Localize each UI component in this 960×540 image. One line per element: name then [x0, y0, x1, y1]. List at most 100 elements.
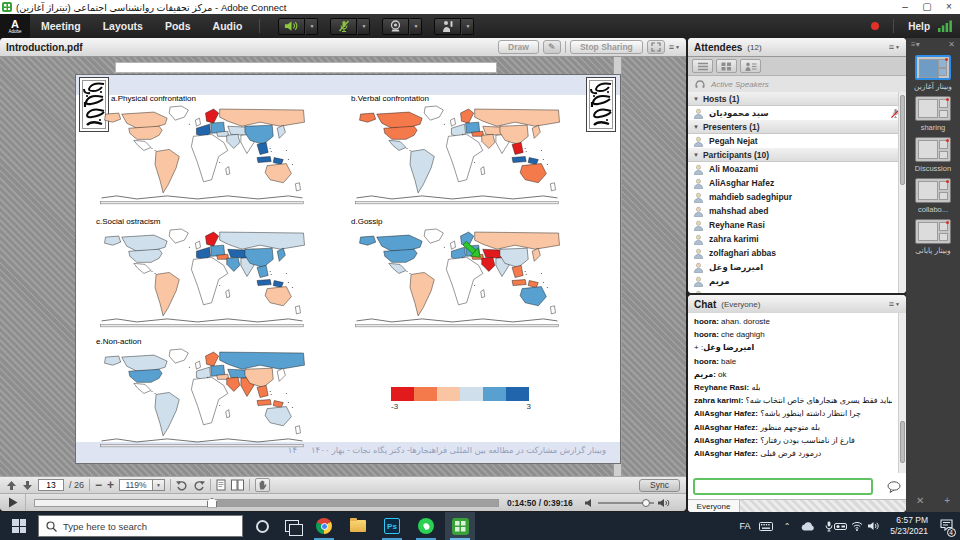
cortana-button[interactable] [248, 512, 276, 540]
speaker-button[interactable] [278, 18, 305, 35]
grid-view-button[interactable] [716, 59, 737, 73]
hand-tool-button[interactable] [255, 478, 270, 492]
two-page-view-button[interactable] [231, 479, 244, 491]
attendee-group-header[interactable]: ▼Presenters (1) [688, 120, 906, 134]
menu-pods[interactable]: Pods [154, 20, 202, 32]
microphone-dropdown[interactable]: ▼ [357, 18, 370, 35]
speaker-dropdown[interactable]: ▼ [305, 18, 318, 35]
attendee-row[interactable]: AliAsghar Hafez [688, 176, 906, 190]
chat-input[interactable] [693, 478, 873, 495]
undo-button[interactable] [176, 480, 188, 491]
hidden-icons-chevron[interactable]: ⌃ [778, 512, 796, 540]
volume-slider[interactable] [598, 502, 654, 504]
chat-message: مریم: ok [694, 370, 892, 380]
volume-loud-icon[interactable] [658, 498, 670, 508]
single-page-view-button[interactable] [216, 479, 226, 491]
minimize-button[interactable]: – [894, 0, 916, 14]
people-view-button[interactable] [740, 59, 761, 73]
play-button[interactable] [0, 494, 26, 512]
taskbar-chrome[interactable] [310, 512, 338, 540]
layout-item[interactable]: collabo... [906, 178, 960, 214]
attendee-row[interactable]: mahshad abed [688, 204, 906, 218]
zoom-out-button[interactable]: − [95, 478, 102, 492]
wifi-icon[interactable] [848, 512, 866, 540]
attendee-row[interactable]: امیررضا وغل [688, 260, 906, 274]
close-button[interactable]: × [938, 0, 960, 14]
playback-handle[interactable] [207, 498, 217, 508]
pen-tool-button[interactable]: ✎ [543, 40, 561, 54]
attendee-group-header[interactable]: ▼Participants (10) [688, 148, 906, 162]
taskbar-clock[interactable]: 6:57 PM 5/23/2021 [882, 515, 928, 537]
layouts-add-button[interactable]: + [944, 495, 950, 506]
tray-device-icon[interactable] [830, 512, 850, 540]
page-up-button[interactable] [6, 480, 17, 491]
volume-knob[interactable] [642, 499, 650, 507]
action-center-button[interactable]: 4 [934, 512, 958, 540]
webcam-button[interactable] [382, 18, 409, 35]
attendee-row[interactable]: zahra karimi [688, 232, 906, 246]
page-number-input[interactable] [38, 479, 64, 491]
draw-button[interactable]: Draw [498, 40, 539, 54]
attendee-row[interactable]: Pegah Nejat [688, 134, 906, 148]
attendees-count: (12) [747, 43, 761, 52]
page-down-button[interactable] [22, 480, 33, 491]
chat-tab-everyone[interactable]: Everyone [688, 500, 740, 512]
chat-scrollbar[interactable] [898, 313, 906, 473]
layouts-delete-button[interactable]: ✕ [916, 495, 924, 506]
tray-volume-icon[interactable] [866, 512, 882, 540]
attendee-row-partial[interactable] [688, 288, 906, 293]
attendee-row[interactable]: سید محمودیان [688, 106, 906, 120]
raise-hand-dropdown[interactable]: ▼ [461, 18, 474, 35]
webcam-dropdown[interactable]: ▼ [409, 18, 422, 35]
zoom-in-button[interactable]: + [107, 478, 114, 492]
layout-thumbnail[interactable] [915, 137, 951, 162]
volume-mute-icon[interactable] [585, 498, 594, 508]
attendee-row[interactable]: zolfaghari abbas [688, 246, 906, 260]
playback-progress-bar[interactable] [34, 499, 499, 507]
taskbar-search[interactable]: Type here to search [38, 515, 243, 537]
fullscreen-button[interactable] [647, 40, 665, 54]
keyboard-icon[interactable] [756, 512, 776, 540]
taskbar-file-explorer[interactable] [344, 512, 372, 540]
send-message-button[interactable] [884, 478, 904, 496]
layout-item[interactable]: وبینار آغازین [906, 55, 960, 91]
layout-thumbnail[interactable] [915, 55, 951, 80]
attendee-row[interactable]: Ali Moazami [688, 162, 906, 176]
layout-thumbnail[interactable] [915, 219, 951, 244]
layout-thumbnail[interactable] [915, 96, 951, 121]
help-menu[interactable]: Help [908, 21, 930, 32]
attendee-row[interactable]: Reyhane Rasi [688, 218, 906, 232]
start-button[interactable] [0, 512, 38, 540]
stop-sharing-button[interactable]: Stop Sharing [570, 40, 643, 54]
attendees-options-menu[interactable]: ≡▼ [889, 42, 900, 52]
attendee-row[interactable]: مریم [688, 274, 906, 288]
layout-item[interactable]: وبینار پایانی [906, 219, 960, 255]
layout-thumbnail[interactable] [915, 178, 951, 203]
onedrive-icon[interactable] [798, 512, 818, 540]
taskbar-photoshop[interactable]: Ps [378, 512, 406, 540]
attendees-scrollbar[interactable] [898, 92, 906, 293]
sync-button[interactable]: Sync [639, 479, 680, 492]
pod-options-menu[interactable]: ≡▼ [669, 42, 680, 52]
taskbar-whatsapp[interactable] [412, 512, 440, 540]
tray-language[interactable]: FA [736, 512, 754, 540]
zoom-dropdown[interactable]: ▼ [153, 479, 165, 491]
legend-swatch [437, 387, 460, 401]
list-view-button[interactable] [692, 59, 713, 73]
chat-options-menu[interactable]: ≡▼ [889, 299, 900, 309]
attendee-group-header[interactable]: ▼Hosts (1) [688, 92, 906, 106]
maximize-button[interactable]: ▢ [916, 0, 938, 14]
menu-layouts[interactable]: Layouts [92, 20, 154, 32]
raise-hand-button[interactable] [434, 18, 461, 35]
layouts-close-icon[interactable]: ✕ [948, 40, 955, 49]
microphone-button[interactable] [330, 18, 357, 35]
menu-meeting[interactable]: Meeting [30, 20, 92, 32]
taskbar-adobe-connect[interactable] [445, 512, 475, 540]
redo-button[interactable] [193, 480, 205, 491]
layout-item[interactable]: sharing [906, 96, 960, 132]
task-view-button[interactable] [278, 512, 306, 540]
layouts-options-menu[interactable]: ≡▾ [911, 40, 920, 49]
attendee-row[interactable]: mahdieb sadeghipur [688, 190, 906, 204]
menu-audio[interactable]: Audio [202, 20, 254, 32]
layout-item[interactable]: Discussion [906, 137, 960, 173]
